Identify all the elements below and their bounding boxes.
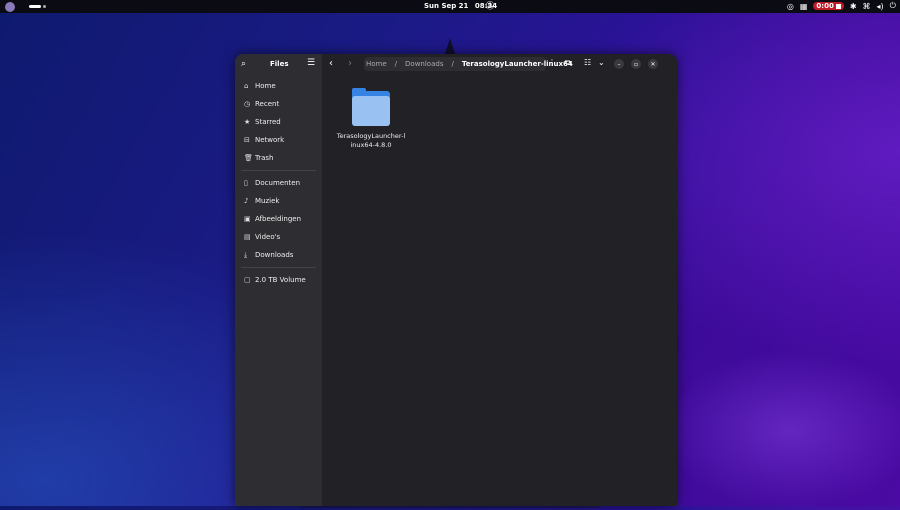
sidebar-divider (241, 170, 316, 171)
sidebar-item-videos[interactable]: ▤ Video's (235, 228, 322, 246)
sidebar-item-label: Network (255, 136, 285, 144)
chevron-down-icon[interactable]: ⌄ (598, 58, 605, 67)
accessibility-icon[interactable]: ✱ (850, 2, 857, 11)
sidebar-item-recent[interactable]: ◷ Recent (235, 95, 322, 113)
sidebar-item-label: Video's (255, 233, 281, 241)
breadcrumb: Home / Downloads / TerasologyLauncher-li… (364, 57, 573, 71)
download-icon: ⤓ (244, 250, 248, 259)
forward-button[interactable]: › (348, 58, 352, 69)
power-icon[interactable]: ⏻ (890, 1, 896, 11)
screen-record-icon[interactable]: ▦ (800, 2, 808, 11)
sidebar-item-starred[interactable]: ★ Starred (235, 113, 322, 131)
sidebar-item-label: Trash (255, 154, 274, 162)
more-options-icon[interactable]: ⋮ (548, 58, 556, 67)
main-pane: ‹ › Home / Downloads / TerasologyLaunche… (322, 54, 677, 506)
stop-icon (835, 3, 841, 9)
sidebar-item-network[interactable]: ⊟ Network (235, 131, 322, 149)
folder-icon (352, 88, 390, 126)
back-button[interactable]: ‹ (329, 58, 333, 69)
system-tray: ◎ ▦ 0:00 ✱ ⌘ ◂) ⏻ (787, 1, 896, 11)
sidebar-item-muziek[interactable]: ♪ Muziek (235, 192, 322, 210)
bell-off-icon[interactable]: 🔕︎ (485, 1, 495, 10)
sidebar-item-home[interactable]: ⌂ Home (235, 77, 322, 95)
sidebar-item-label: Muziek (255, 197, 280, 205)
star-icon: ★ (244, 118, 251, 126)
network-icon: ⊟ (244, 136, 250, 144)
sidebar-item-label: Downloads (255, 251, 294, 259)
sidebar-header: ⌕ Files ☰ (235, 54, 322, 74)
steam-icon[interactable]: ◎ (787, 2, 794, 11)
video-icon: ▤ (244, 233, 251, 241)
image-icon: ▣ (244, 215, 251, 223)
sidebar-item-label: Starred (255, 118, 281, 126)
sidebar-item-label: Recent (255, 100, 280, 108)
sidebar-item-label: Afbeeldingen (255, 215, 302, 223)
sidebar-bookmarks: ▯ Documenten ♪ Muziek ▣ Afbeeldingen ▤ Video… (235, 174, 322, 264)
sidebar-item-label: Documenten (255, 179, 301, 187)
sidebar-places: ⌂ Home ◷ Recent ★ Starred ⊟ Network 🗑︎ Trash (235, 77, 322, 167)
volume-icon[interactable]: ◂) (877, 2, 884, 11)
sidebar-item-afbeeldingen[interactable]: ▣ Afbeeldingen (235, 210, 322, 228)
search-icon[interactable]: ⌕ (241, 59, 246, 69)
sidebar-item-trash[interactable]: 🗑︎ Trash (235, 149, 322, 167)
workspace-indicator-inactive[interactable] (43, 5, 46, 8)
breadcrumb-separator: / (394, 60, 398, 68)
network-icon[interactable]: ⌘ (863, 2, 871, 11)
breadcrumb-home[interactable]: Home (366, 60, 387, 68)
file-item[interactable]: TerasologyLauncher-linux64-4.8.0 (336, 88, 406, 150)
trash-icon: 🗑︎ (244, 154, 253, 162)
sidebar-item-documenten[interactable]: ▯ Documenten (235, 174, 322, 192)
home-icon: ⌂ (244, 82, 249, 90)
drive-icon: ▢ (244, 276, 251, 284)
music-icon: ♪ (244, 197, 249, 205)
top-bar: Sun Sep 21 08:34 🔕︎ ◎ ▦ 0:00 ✱ ⌘ ◂) ⏻ (0, 0, 900, 13)
recording-indicator[interactable]: 0:00 (813, 2, 844, 10)
files-window: ⌕ Files ☰ ⌂ Home ◷ Recent ★ Starred ⊟ Networ… (235, 54, 677, 506)
wallpaper-glow (660, 350, 900, 510)
app-title: Files (270, 60, 289, 68)
sidebar-item-downloads[interactable]: ⤓ Downloads (235, 246, 322, 264)
sidebar-item-label: 2.0 TB Volume (255, 276, 306, 284)
breadcrumb-downloads[interactable]: Downloads (405, 60, 443, 68)
maximize-button[interactable]: ▫ (631, 59, 641, 69)
breadcrumb-separator: / (451, 60, 454, 68)
sidebar-item-label: Home (255, 82, 276, 90)
recording-time: 0:00 (816, 2, 834, 10)
sidebar-divider (241, 267, 316, 268)
sidebar: ⌕ Files ☰ ⌂ Home ◷ Recent ★ Starred ⊟ Networ… (235, 54, 322, 506)
breadcrumb-current[interactable]: TerasologyLauncher-linux64 (462, 60, 573, 68)
clock-icon: ◷ (244, 100, 251, 108)
view-list-icon[interactable]: ☷ (584, 58, 591, 67)
minimize-button[interactable]: – (614, 59, 624, 69)
menu-icon[interactable]: ☰ (307, 58, 315, 68)
file-name: TerasologyLauncher-linux64-4.8.0 (336, 132, 406, 149)
close-button[interactable]: ✕ (648, 59, 658, 69)
document-icon: ▯ (244, 179, 248, 187)
sidebar-devices: ▢ 2.0 TB Volume (235, 271, 322, 289)
clock-day: Sun Sep 21 (424, 2, 469, 10)
workspace-indicator-active[interactable] (29, 5, 41, 8)
activities-icon[interactable] (5, 2, 15, 12)
sidebar-item-volume[interactable]: ▢ 2.0 TB Volume (235, 271, 322, 289)
header-bar: ‹ › Home / Downloads / TerasologyLaunche… (322, 54, 677, 74)
new-folder-icon[interactable]: ⧉ (565, 58, 571, 68)
